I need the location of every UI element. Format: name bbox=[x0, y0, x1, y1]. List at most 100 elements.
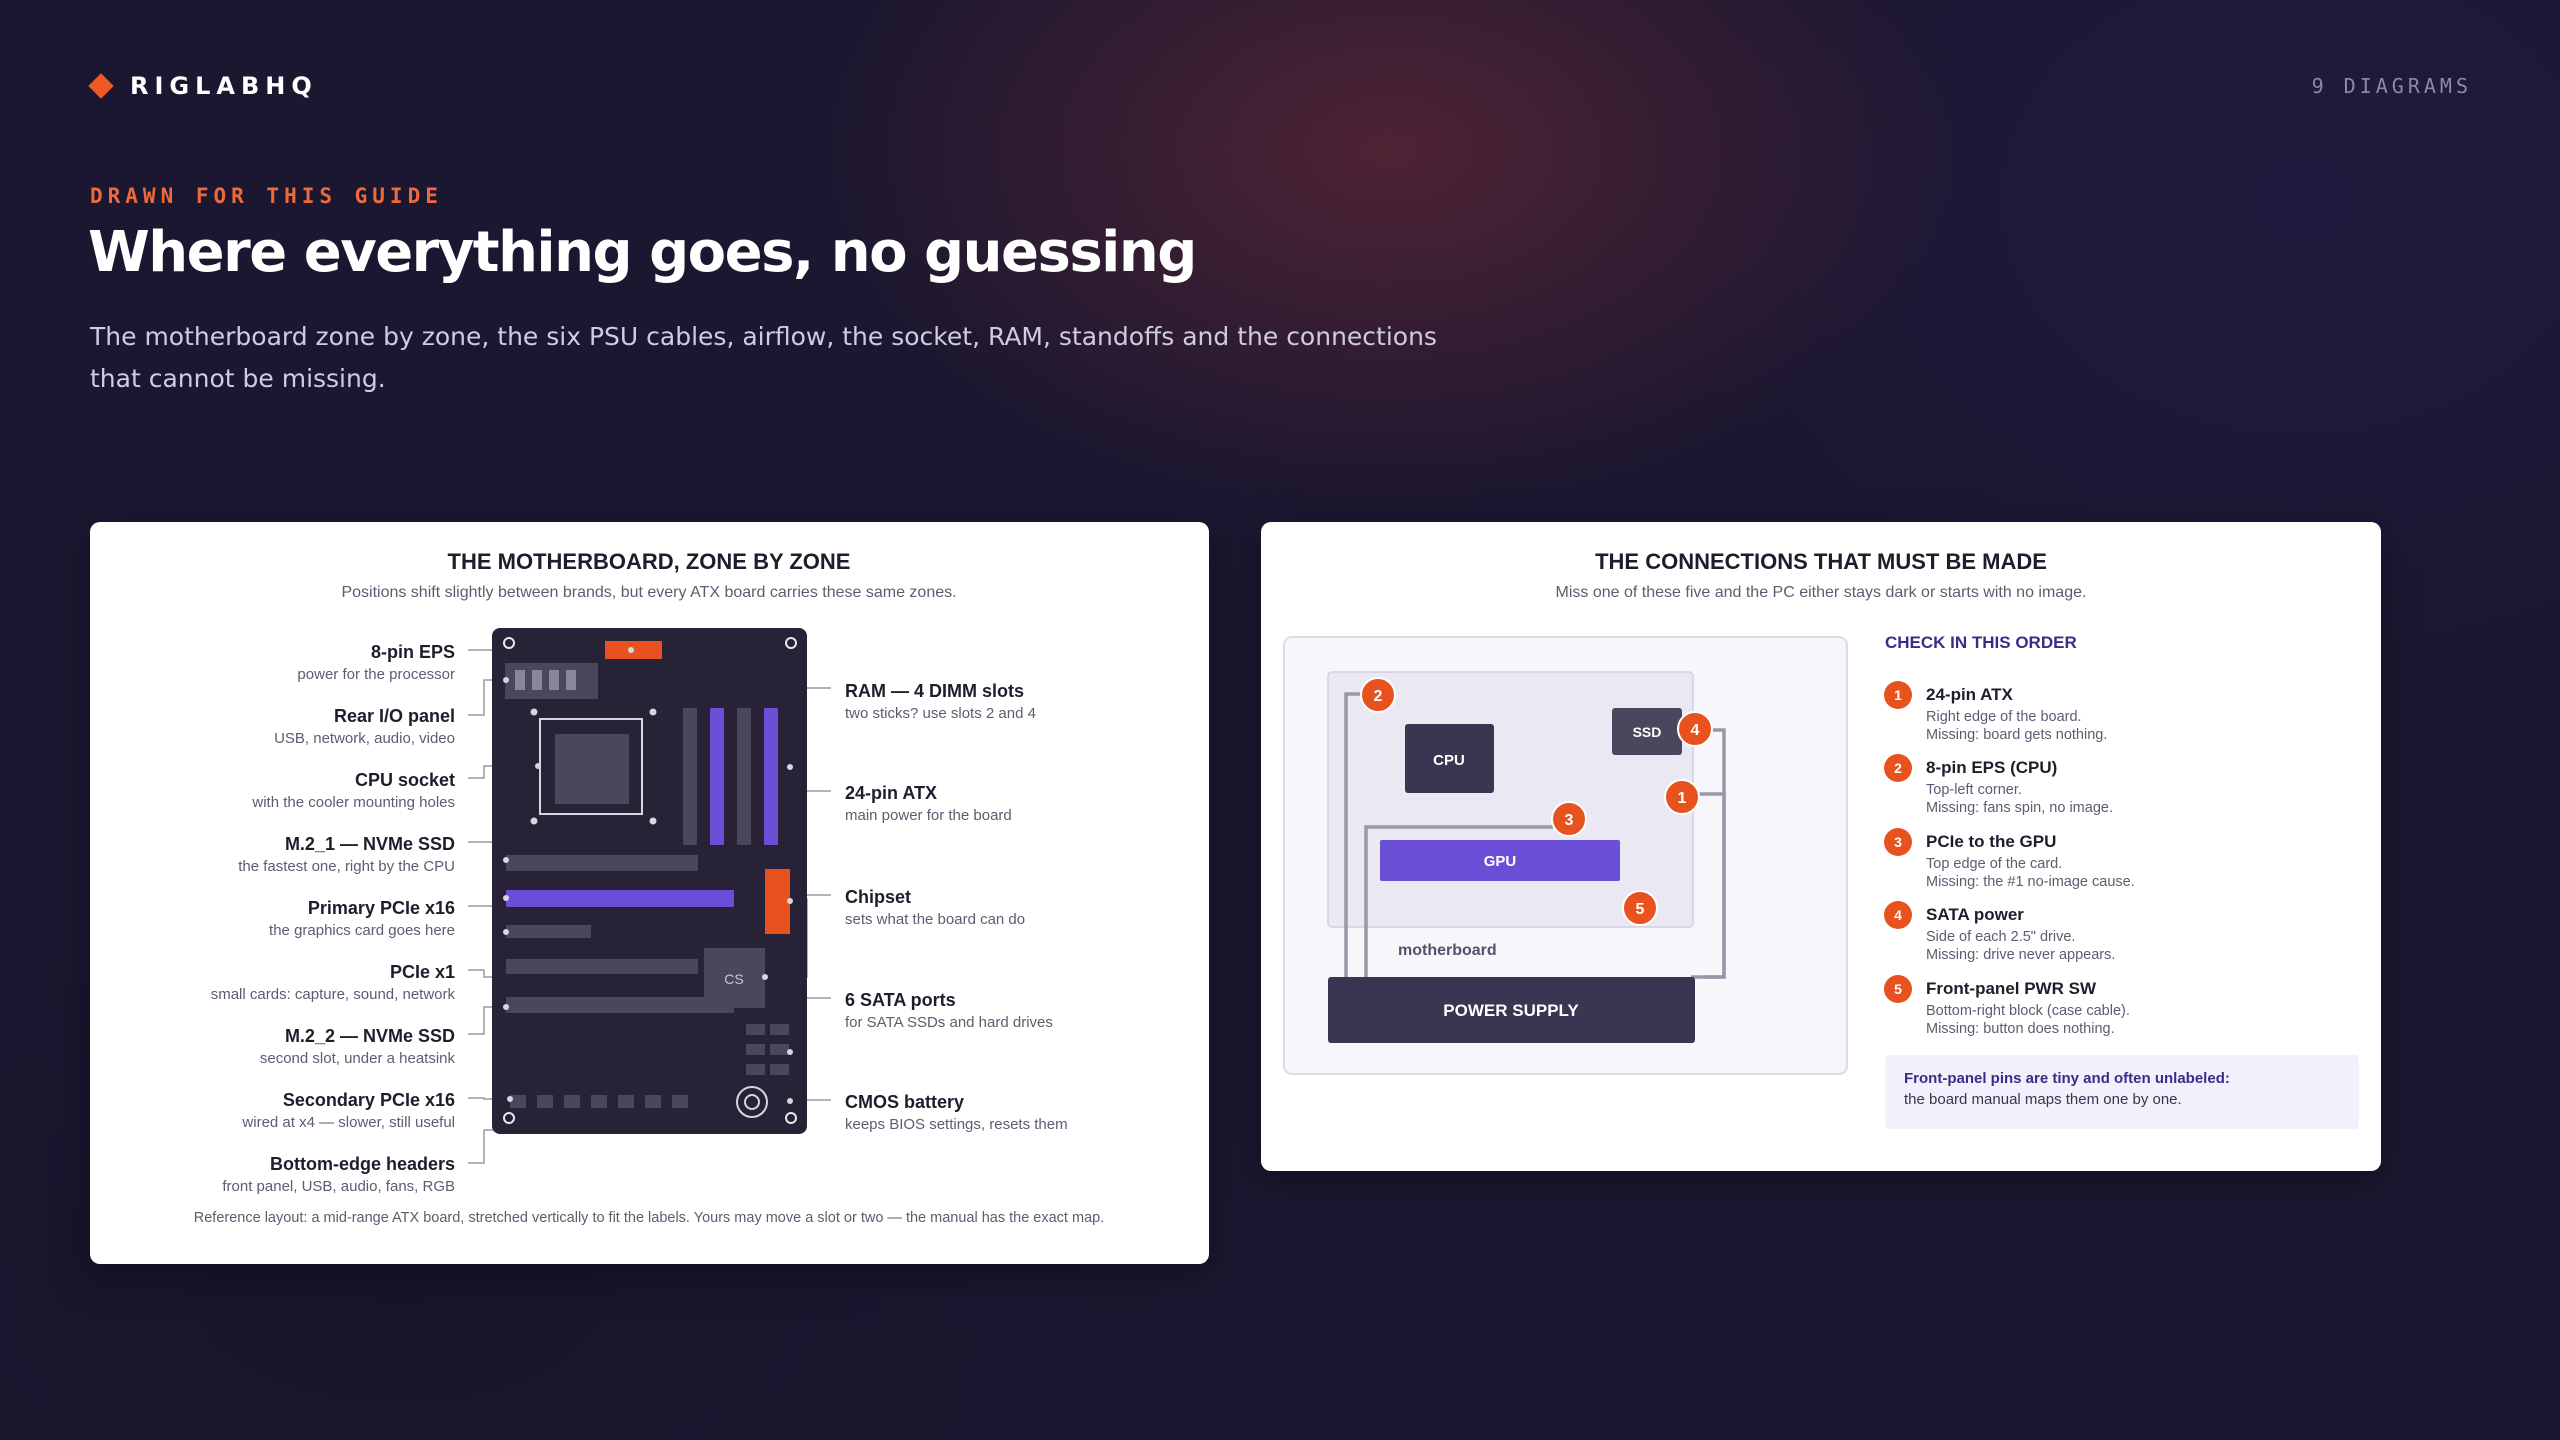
svg-text:4: 4 bbox=[1894, 907, 1902, 923]
page-subtitle: The motherboard zone by zone, the six PS… bbox=[90, 322, 1437, 393]
check-item-missing: Missing: button does nothing. bbox=[1926, 1021, 2115, 1037]
checklist-title: CHECK IN THIS ORDER bbox=[1885, 633, 2077, 652]
label-ram-desc: two sticks? use slots 2 and 4 bbox=[845, 705, 1036, 722]
label-m2-1-desc: the fastest one, right by the CPU bbox=[238, 858, 455, 875]
svg-text:1: 1 bbox=[1678, 790, 1687, 807]
label-chipset-title: Chipset bbox=[845, 887, 911, 907]
label-secondary-pcie-title: Secondary PCIe x16 bbox=[283, 1090, 455, 1110]
pcie-x1-slot bbox=[506, 925, 591, 938]
motherboard-card[interactable]: THE MOTHERBOARD, ZONE BY ZONE Positions … bbox=[90, 522, 1209, 1264]
top-bar: RIGLABHQ 9 DIAGRAMS bbox=[88, 72, 2472, 108]
label-sata-desc: for SATA SSDs and hard drives bbox=[845, 1014, 1053, 1031]
label-m2-2-title: M.2_2 — NVMe SSD bbox=[285, 1026, 455, 1046]
label-chipset-desc: sets what the board can do bbox=[845, 911, 1025, 928]
brand-name: RIGLABHQ bbox=[130, 72, 318, 100]
board-body bbox=[492, 628, 807, 1134]
check-item-3: 3 PCIe to the GPU Top edge of the card. … bbox=[1884, 828, 2135, 890]
connections-title: THE CONNECTIONS THAT MUST BE MADE bbox=[1595, 549, 2047, 574]
note-bold: Front-panel pins are tiny and often unla… bbox=[1904, 1070, 2230, 1087]
cpu-label: CPU bbox=[1433, 752, 1465, 769]
check-item-1: 1 24-pin ATX Right edge of the board. Mi… bbox=[1884, 681, 2107, 743]
check-item-title: PCIe to the GPU bbox=[1926, 832, 2056, 851]
check-item-detail: Side of each 2.5" drive. bbox=[1926, 929, 2075, 945]
label-secondary-pcie-desc: wired at x4 — slower, still useful bbox=[241, 1114, 455, 1131]
badge-5-diagram: 5 bbox=[1622, 890, 1658, 926]
label-ram-title: RAM — 4 DIMM slots bbox=[845, 681, 1024, 701]
label-cmos-desc: keeps BIOS settings, resets them bbox=[845, 1116, 1068, 1133]
check-item-title: 24-pin ATX bbox=[1926, 685, 2014, 704]
page-title: Where everything goes, no guessing bbox=[88, 220, 1197, 285]
badge-3-diagram: 3 bbox=[1551, 801, 1587, 837]
label-cpu-socket-title: CPU socket bbox=[355, 770, 455, 790]
check-item-missing: Missing: board gets nothing. bbox=[1926, 727, 2107, 743]
label-cpu-socket-desc: with the cooler mounting holes bbox=[251, 794, 455, 811]
label-pcie-x1-desc: small cards: capture, sound, network bbox=[211, 986, 456, 1003]
svg-text:5: 5 bbox=[1636, 901, 1645, 918]
label-sata-title: 6 SATA ports bbox=[845, 990, 956, 1010]
m2-1-slot bbox=[506, 855, 698, 871]
svg-text:3: 3 bbox=[1565, 812, 1574, 829]
label-atx24-title: 24-pin ATX bbox=[845, 783, 937, 803]
left-labels: 8-pin EPS power for the processor Rear I… bbox=[211, 642, 456, 1195]
motherboard-diagram: THE MOTHERBOARD, ZONE BY ZONE Positions … bbox=[194, 549, 1104, 1226]
chipset-label: CS bbox=[724, 971, 743, 987]
connections-subtitle: Miss one of these five and the PC either… bbox=[1556, 584, 2087, 601]
label-eps-title: 8-pin EPS bbox=[371, 642, 455, 662]
motherboard-area-label: motherboard bbox=[1398, 942, 1497, 959]
svg-text:4: 4 bbox=[1691, 722, 1700, 739]
connections-card[interactable]: THE CONNECTIONS THAT MUST BE MADE Miss o… bbox=[1261, 522, 2381, 1171]
check-item-missing: Missing: fans spin, no image. bbox=[1926, 800, 2113, 816]
label-m2-1-title: M.2_1 — NVMe SSD bbox=[285, 834, 455, 854]
eyebrow: DRAWN FOR THIS GUIDE bbox=[90, 184, 443, 208]
motherboard-footnote: Reference layout: a mid-range ATX board,… bbox=[194, 1210, 1104, 1226]
badge-2-diagram: 2 bbox=[1360, 677, 1396, 713]
svg-text:5: 5 bbox=[1894, 981, 1902, 997]
connections-diagram: THE CONNECTIONS THAT MUST BE MADE Miss o… bbox=[1283, 549, 2359, 1129]
atx24-connector bbox=[765, 869, 790, 934]
brand[interactable]: RIGLABHQ bbox=[88, 72, 318, 100]
badge-4-diagram: 4 bbox=[1677, 711, 1713, 747]
svg-text:1: 1 bbox=[1894, 687, 1902, 703]
label-rear-io-title: Rear I/O panel bbox=[334, 706, 455, 726]
primary-pcie-slot bbox=[506, 890, 734, 907]
label-bottom-headers-desc: front panel, USB, audio, fans, RGB bbox=[222, 1178, 455, 1195]
label-atx24-desc: main power for the board bbox=[845, 807, 1012, 824]
svg-text:2: 2 bbox=[1894, 760, 1902, 776]
check-item-2: 2 8-pin EPS (CPU) Top-left corner. Missi… bbox=[1884, 754, 2113, 816]
check-item-5: 5 Front-panel PWR SW Bottom-right block … bbox=[1884, 975, 2130, 1037]
label-primary-pcie-desc: the graphics card goes here bbox=[269, 922, 455, 939]
psu-label: POWER SUPPLY bbox=[1443, 1001, 1579, 1020]
check-item-4: 4 SATA power Side of each 2.5" drive. Mi… bbox=[1884, 901, 2115, 963]
cpu-socket-core bbox=[555, 734, 629, 804]
label-m2-2-desc: second slot, under a heatsink bbox=[260, 1050, 456, 1067]
check-item-missing: Missing: the #1 no-image cause. bbox=[1926, 874, 2135, 890]
label-eps-desc: power for the processor bbox=[297, 666, 455, 683]
label-cmos-title: CMOS battery bbox=[845, 1092, 964, 1112]
check-item-detail: Top-left corner. bbox=[1926, 782, 2022, 798]
note-text: the board manual maps them one by one. bbox=[1904, 1091, 2182, 1108]
check-item-title: SATA power bbox=[1926, 905, 2024, 924]
gpu-label: GPU bbox=[1484, 853, 1517, 870]
check-item-title: Front-panel PWR SW bbox=[1926, 979, 2097, 998]
check-item-title: 8-pin EPS (CPU) bbox=[1926, 758, 2057, 777]
svg-text:2: 2 bbox=[1374, 688, 1383, 705]
m2-2-slot bbox=[506, 959, 698, 974]
checklist: 1 24-pin ATX Right edge of the board. Mi… bbox=[1884, 681, 2135, 1037]
right-labels: RAM — 4 DIMM slots two sticks? use slots… bbox=[845, 681, 1068, 1133]
check-item-detail: Right edge of the board. bbox=[1926, 709, 2082, 725]
label-primary-pcie-title: Primary PCIe x16 bbox=[308, 898, 455, 918]
secondary-pcie-slot bbox=[506, 997, 734, 1013]
motherboard-title: THE MOTHERBOARD, ZONE BY ZONE bbox=[448, 549, 851, 574]
label-bottom-headers-title: Bottom-edge headers bbox=[270, 1154, 455, 1174]
ssd-label: SSD bbox=[1633, 724, 1662, 740]
badge-1-diagram: 1 bbox=[1664, 779, 1700, 815]
label-pcie-x1-title: PCIe x1 bbox=[390, 962, 455, 982]
svg-text:3: 3 bbox=[1894, 834, 1902, 850]
check-item-detail: Top edge of the card. bbox=[1926, 856, 2062, 872]
check-item-missing: Missing: drive never appears. bbox=[1926, 947, 2115, 963]
diamond-logo-icon bbox=[88, 73, 114, 99]
diagram-count: 9 DIAGRAMS bbox=[2311, 74, 2472, 98]
label-rear-io-desc: USB, network, audio, video bbox=[274, 730, 455, 747]
motherboard-subtitle: Positions shift slightly between brands,… bbox=[341, 584, 956, 601]
check-item-detail: Bottom-right block (case cable). bbox=[1926, 1003, 2130, 1019]
